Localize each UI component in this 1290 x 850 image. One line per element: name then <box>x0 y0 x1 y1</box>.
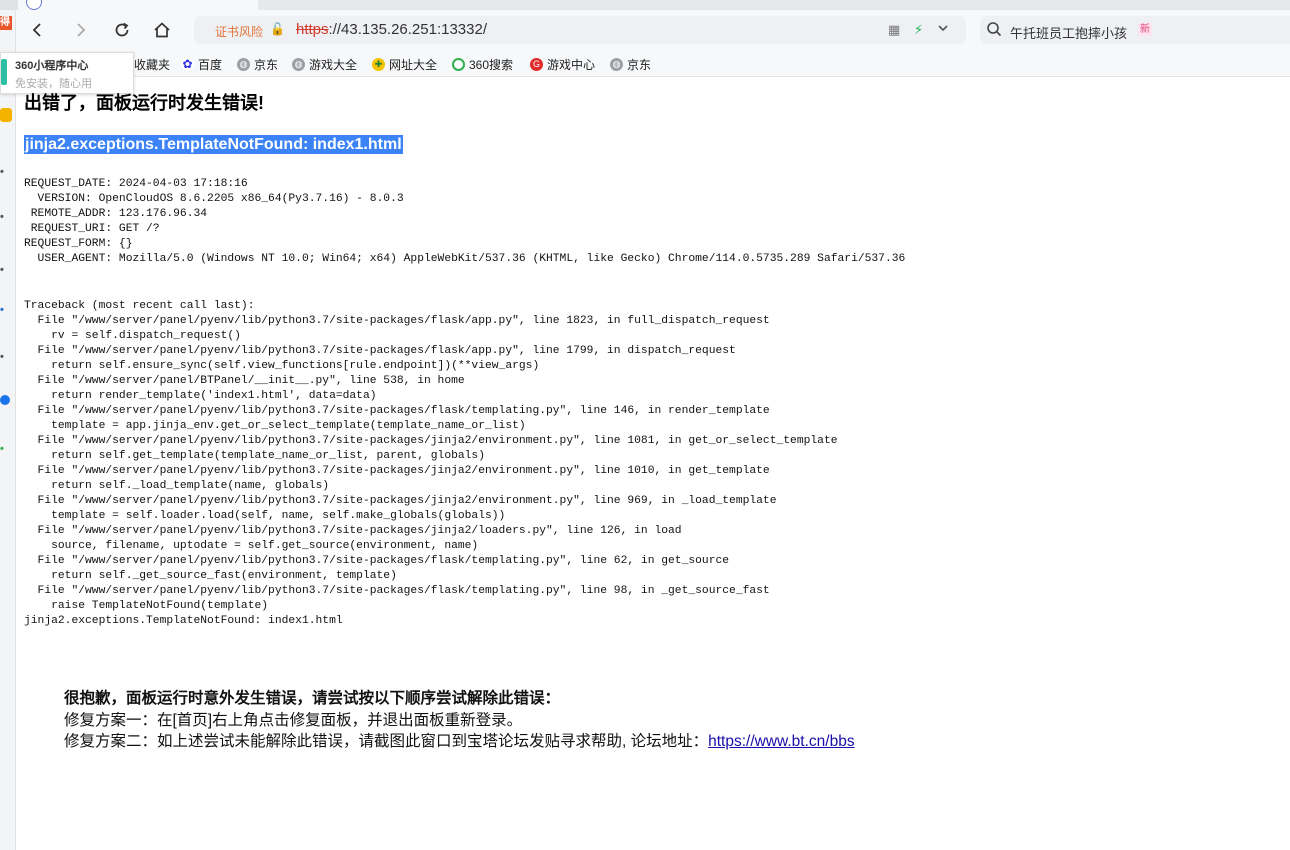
url-host: ://43.135.26.251:13332/ <box>328 21 488 38</box>
help-title: 很抱歉，面板运行时意外发生错误，请尝试按以下顺序尝试解除此错误： <box>64 690 561 707</box>
fix-option-1: 修复方案一：在[首页]右上角点击修复面板，并退出面板重新登录。 <box>64 712 523 729</box>
forward-arrow-icon <box>77 23 86 37</box>
back-arrow-icon <box>32 23 41 37</box>
bookmark-label: 360搜索 <box>469 58 514 72</box>
popup-title: 360小程序中心 <box>15 60 89 72</box>
browser-sidebar: 得 • • • • • • <box>0 10 16 850</box>
reload-icon <box>115 22 129 37</box>
360-search-icon <box>452 58 465 71</box>
forum-link[interactable]: https://www.bt.cn/bbs <box>708 733 854 750</box>
fix-option-2-text: 修复方案二：如上述尝试未能解除此错误，请截图此窗口到宝塔论坛发贴寻求帮助, 论坛… <box>64 733 709 750</box>
url-text[interactable]: https://43.135.26.251:13332/ <box>296 21 487 38</box>
bookmark-label: 京东 <box>627 58 652 72</box>
sidebar-dot-icon[interactable]: • <box>0 350 12 364</box>
sidebar-dot-icon[interactable]: • <box>0 442 12 456</box>
back-button[interactable] <box>22 14 54 46</box>
cert-risk-warning[interactable]: 证书风险 <box>215 23 263 40</box>
bookmark-baidu[interactable]: ✿ 百度 <box>181 56 222 73</box>
sidebar-badge[interactable]: 得 <box>0 16 12 30</box>
error-header: jinja2.exceptions.TemplateNotFound: inde… <box>24 135 403 154</box>
bookmark-label: 网址大全 <box>389 58 438 72</box>
home-button[interactable] <box>146 14 178 46</box>
speed-mode-icon[interactable]: ⚡ <box>914 22 923 38</box>
sidebar-dot-icon[interactable]: • <box>0 263 12 277</box>
bookmark-label: 收藏夹 <box>134 58 171 72</box>
site-directory-icon: ✚ <box>372 58 385 71</box>
bookmark-label: 京东 <box>254 58 279 72</box>
bookmark-games[interactable]: ◍ 游戏大全 <box>292 56 357 73</box>
active-tab[interactable] <box>18 0 258 10</box>
globe-icon: ◍ <box>292 58 305 71</box>
reload-button[interactable] <box>106 14 138 46</box>
tab-strip-background <box>258 0 1290 10</box>
bookmark-label: 游戏大全 <box>309 58 358 72</box>
bookmark-site-directory[interactable]: ✚ 网址大全 <box>372 56 437 73</box>
sidebar-dot-icon[interactable]: • <box>0 165 12 179</box>
bookmark-label: 游戏中心 <box>547 58 596 72</box>
tab-strip <box>0 0 1290 10</box>
sidebar-dot-icon[interactable]: • <box>0 210 12 224</box>
mini-program-popup[interactable]: 360小程序中心 免安装，随心用 <box>0 52 134 94</box>
forward-button[interactable] <box>64 14 96 46</box>
globe-icon: ◍ <box>237 58 250 71</box>
bookmark-favorites[interactable]: 收藏夹 <box>134 56 170 73</box>
sidebar-blue-icon[interactable] <box>0 395 10 405</box>
search-suggestion[interactable]: 午托班员工抱摔小孩 <box>1010 23 1127 42</box>
bookmark-label: 百度 <box>198 58 223 72</box>
sidebar-dot-icon[interactable]: • <box>0 303 12 317</box>
globe-icon: ◍ <box>610 58 623 71</box>
sidebar-folder-icon[interactable] <box>0 108 12 122</box>
request-info: REQUEST_DATE: 2024-04-03 17:18:16 VERSIO… <box>24 178 906 265</box>
bookmark-game-center[interactable]: G 游戏中心 <box>530 56 595 73</box>
page-title: 出错了，面板运行时发生错误! <box>24 93 264 113</box>
game-center-icon: G <box>530 58 543 71</box>
bookmark-360-search[interactable]: 360搜索 <box>452 56 513 73</box>
qr-code-icon[interactable]: ▦ <box>888 22 900 38</box>
fix-option-2: 修复方案二：如上述尝试未能解除此错误，请截图此窗口到宝塔论坛发贴寻求帮助, 论坛… <box>64 729 855 751</box>
search-icon <box>986 21 1002 42</box>
new-badge: 新 <box>1138 23 1152 36</box>
chevron-down-icon[interactable] <box>937 22 949 37</box>
mini-program-icon <box>1 59 7 85</box>
bookmark-jd[interactable]: ◍ 京东 <box>237 56 278 73</box>
bookmark-jd-2[interactable]: ◍ 京东 <box>610 56 651 73</box>
url-scheme: https <box>296 21 329 38</box>
traceback: Traceback (most recent call last): File … <box>24 300 838 627</box>
home-icon <box>154 22 170 38</box>
insecure-lock-icon[interactable]: 🔓 <box>270 22 285 36</box>
baidu-paw-icon: ✿ <box>181 57 194 71</box>
